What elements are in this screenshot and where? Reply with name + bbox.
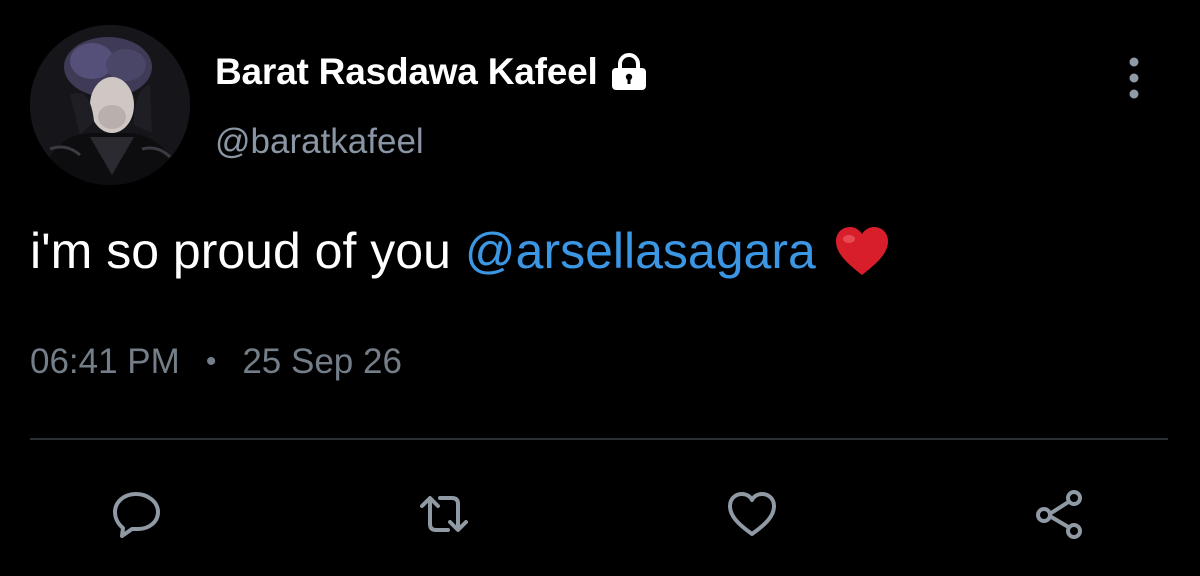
share-icon (1036, 490, 1082, 539)
more-vertical-icon (1129, 57, 1139, 99)
reply-button[interactable] (108, 486, 168, 542)
retweet-button[interactable] (414, 486, 474, 542)
author-handle[interactable]: @baratkafeel (215, 122, 424, 162)
avatar[interactable] (30, 25, 190, 185)
more-options-button[interactable] (1116, 50, 1152, 106)
lock-icon (611, 53, 646, 90)
retweet-icon (420, 496, 468, 532)
tweet-timestamp: 06:41 PM • 25 Sep 26 (30, 342, 402, 382)
meta-separator: • (205, 345, 217, 378)
tweet-time: 06:41 PM (30, 342, 180, 381)
like-button[interactable] (722, 486, 782, 542)
reply-icon (113, 492, 160, 538)
divider (30, 438, 1168, 440)
tweet-date: 25 Sep 26 (242, 342, 402, 381)
share-button[interactable] (1030, 486, 1090, 542)
heart-icon (728, 492, 776, 536)
tweet-text: i'm so proud of you @arsellasagara (30, 222, 890, 280)
red-heart-emoji-icon (835, 227, 888, 275)
author-name-row: Barat Rasdawa Kafeel (215, 50, 650, 94)
mention-link[interactable]: @arsellasagara (465, 222, 816, 280)
author-display-name[interactable]: Barat Rasdawa Kafeel (215, 51, 598, 93)
tweet-body-text: i'm so proud of you (30, 223, 451, 279)
avatar-image (30, 25, 190, 185)
